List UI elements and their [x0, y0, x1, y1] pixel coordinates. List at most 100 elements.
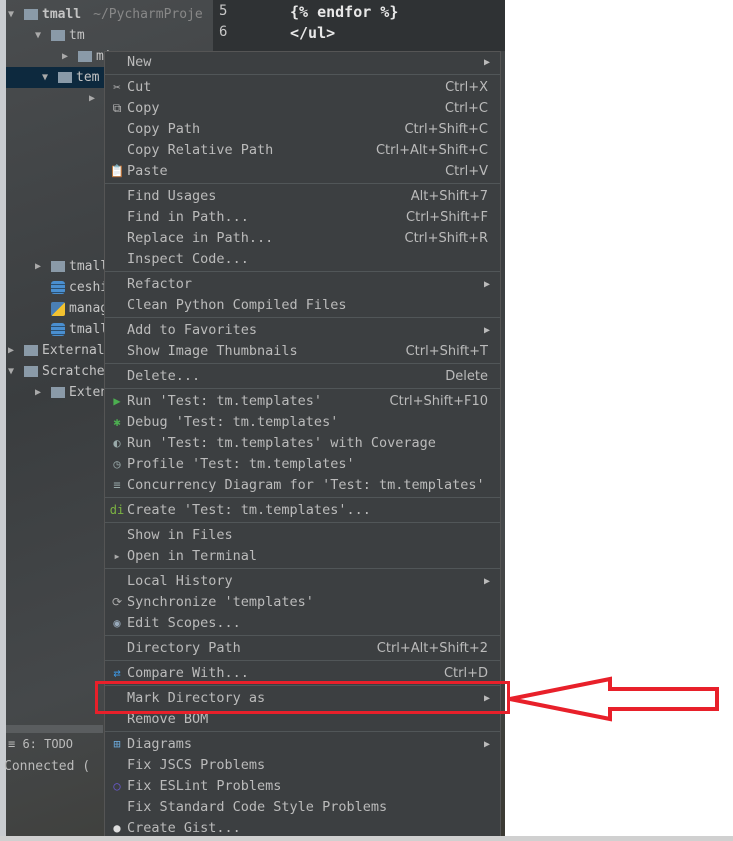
menu-item-find-usages[interactable]: Find Usages Alt+Shift+7 — [105, 186, 500, 207]
python-icon — [51, 301, 65, 316]
shortcut: Delete — [445, 369, 488, 384]
menu-item-edit-scopes[interactable]: ◉ Edit Scopes... — [105, 613, 500, 634]
menu-item-label: Cut — [127, 79, 152, 95]
database-icon — [51, 281, 65, 294]
menu-item-label: Add to Favorites — [127, 322, 258, 338]
menu-item-paste[interactable]: 📋 Paste Ctrl+V — [105, 161, 500, 182]
tree-item-label: tm — [69, 28, 85, 43]
status-text: Connected ( — [4, 759, 91, 774]
menu-separator — [105, 317, 500, 318]
menu-item-debug-test-tm-templates[interactable]: ✱ Debug 'Test: tm.templates' — [105, 412, 500, 433]
todo-tab[interactable]: ≡ 6: TODO — [8, 737, 73, 751]
menu-item-delete[interactable]: Delete... Delete — [105, 366, 500, 387]
menu-item-copy-relative-path[interactable]: Copy Relative Path Ctrl+Alt+Shift+C — [105, 140, 500, 161]
folder-icon — [51, 387, 65, 398]
chevron-right-icon[interactable]: ▶ — [35, 382, 47, 403]
menu-item-label: Inspect Code... — [127, 251, 249, 267]
menu-item-fix-eslint-problems[interactable]: ○ Fix ESLint Problems — [105, 776, 500, 797]
menu-item-concurrency-diagram-for-test-tm-templates[interactable]: ≡ Concurrency Diagram for 'Test: tm.templ… — [105, 475, 500, 496]
context-menu: New ▶ ✂ Cut Ctrl+X ⧉ Copy Ctrl+C Copy Path Ctrl+S… — [104, 51, 501, 838]
menu-item-label: Find Usages — [127, 188, 217, 204]
menu-item-cut[interactable]: ✂ Cut Ctrl+X — [105, 77, 500, 98]
menu-item-add-to-favorites[interactable]: Add to Favorites ▶ — [105, 320, 500, 341]
menu-separator — [105, 388, 500, 389]
chevron-right-icon[interactable]: ▶ — [35, 256, 47, 277]
chevron-right-icon[interactable]: ▶ — [89, 88, 101, 109]
menu-item-label: Synchronize 'templates' — [127, 594, 314, 610]
menu-separator — [105, 731, 500, 732]
menu-item-directory-path[interactable]: Directory Path Ctrl+Alt+Shift+2 — [105, 638, 500, 659]
menu-item-inspect-code[interactable]: Inspect Code... — [105, 249, 500, 270]
menu-item-label: Copy — [127, 100, 160, 116]
tree-item-label: manag — [69, 301, 109, 316]
shortcut: Ctrl+Shift+C — [404, 122, 488, 137]
bottom-edge — [0, 836, 733, 841]
menu-item-copy-path[interactable]: Copy Path Ctrl+Shift+C — [105, 119, 500, 140]
menu-item-run-test-tm-templates[interactable]: ▶ Run 'Test: tm.templates' Ctrl+Shift+F10 — [105, 391, 500, 412]
menu-item-label: Create Gist... — [127, 820, 241, 836]
menu-item-label: Copy Relative Path — [127, 142, 274, 158]
menu-item-label: Copy Path — [127, 121, 201, 137]
menu-item-label: Fix JSCS Problems — [127, 757, 266, 773]
paste-icon: 📋 — [109, 164, 125, 178]
code-line[interactable]: </ul> — [290, 24, 335, 42]
menu-item-diagrams[interactable]: ⊞ Diagrams ▶ — [105, 734, 500, 755]
menu-item-fix-standard-code-style-problems[interactable]: Fix Standard Code Style Problems — [105, 797, 500, 818]
tree-item[interactable]: ▼ tmall ~/PycharmProje — [8, 4, 203, 25]
menu-item-label: Directory Path — [127, 640, 241, 656]
tree-item-label: External — [42, 343, 105, 358]
tree-item[interactable]: ▼ tm — [35, 25, 85, 46]
menu-item-show-image-thumbnails[interactable]: Show Image Thumbnails Ctrl+Shift+T — [105, 341, 500, 362]
tree-item[interactable]: tmall — [35, 319, 108, 340]
menu-item-label: Diagrams — [127, 736, 193, 752]
tree-item-label: Exten — [69, 385, 109, 400]
menu-separator — [105, 183, 500, 184]
menu-item-refactor[interactable]: Refactor ▶ — [105, 274, 500, 295]
menu-item-create-test-tm-templates[interactable]: di Create 'Test: tm.templates'... — [105, 500, 500, 521]
menu-item-local-history[interactable]: Local History ▶ — [105, 571, 500, 592]
chevron-down-icon[interactable]: ▼ — [35, 25, 47, 46]
chevron-down-icon[interactable]: ▼ — [8, 4, 20, 25]
menu-item-find-in-path[interactable]: Find in Path... Ctrl+Shift+F — [105, 207, 500, 228]
copy-icon: ⧉ — [112, 101, 122, 115]
menu-item-label: Fix Standard Code Style Problems — [127, 799, 388, 815]
tree-item-label: tmall — [69, 322, 109, 337]
tree-item[interactable]: ▶ External — [8, 340, 105, 361]
menu-item-clean-python-compiled-files[interactable]: Clean Python Compiled Files — [105, 295, 500, 316]
database-icon — [51, 323, 65, 336]
menu-item-label: Delete... — [127, 368, 201, 384]
menu-item-run-test-tm-templates-with-coverage[interactable]: ◐ Run 'Test: tm.templates' with Coverage — [105, 433, 500, 454]
menu-item-fix-jscs-problems[interactable]: Fix JSCS Problems — [105, 755, 500, 776]
tree-item-label: tmall — [69, 259, 109, 274]
menu-item-label: Run 'Test: tm.templates' — [127, 393, 323, 409]
concurrency-icon: ≡ — [113, 478, 121, 492]
menu-item-synchronize-templates[interactable]: ⟳ Synchronize 'templates' — [105, 592, 500, 613]
menu-item-label: Run 'Test: tm.templates' with Coverage — [127, 435, 436, 451]
chevron-right-icon[interactable]: ▶ — [8, 340, 20, 361]
tree-item[interactable]: ▼ Scratche — [8, 361, 105, 382]
tree-item[interactable]: manag — [35, 298, 108, 319]
folder-icon — [78, 51, 92, 62]
horizontal-scrollbar[interactable] — [6, 725, 103, 733]
menu-item-open-in-terminal[interactable]: ▸ Open in Terminal — [105, 546, 500, 567]
menu-item-new[interactable]: New ▶ — [105, 52, 500, 73]
tree-item-path: ~/PycharmProje — [93, 7, 203, 22]
menu-item-label: Show Image Thumbnails — [127, 343, 298, 359]
menu-item-label: Find in Path... — [127, 209, 249, 225]
tree-item[interactable]: ceshi — [35, 277, 108, 298]
menu-item-profile-test-tm-templates[interactable]: ◷ Profile 'Test: tm.templates' — [105, 454, 500, 475]
menu-item-label: Paste — [127, 163, 168, 179]
tree-item[interactable]: ▶ tmall — [35, 256, 108, 277]
menu-item-show-in-files[interactable]: Show in Files — [105, 525, 500, 546]
menu-item-replace-in-path[interactable]: Replace in Path... Ctrl+Shift+R — [105, 228, 500, 249]
chevron-down-icon[interactable]: ▼ — [8, 361, 20, 382]
menu-item-label: Compare With... — [127, 665, 249, 681]
menu-separator — [105, 74, 500, 75]
code-line[interactable]: {% endfor %} — [290, 3, 398, 21]
tree-item[interactable]: ▶ Exten — [35, 382, 108, 403]
tree-item-label: Scratche — [42, 364, 105, 379]
menu-item-copy[interactable]: ⧉ Copy Ctrl+C — [105, 98, 500, 119]
chevron-down-icon[interactable]: ▼ — [42, 67, 54, 88]
chevron-right-icon[interactable]: ▶ — [62, 46, 74, 67]
terminal-icon: ▸ — [113, 549, 121, 563]
